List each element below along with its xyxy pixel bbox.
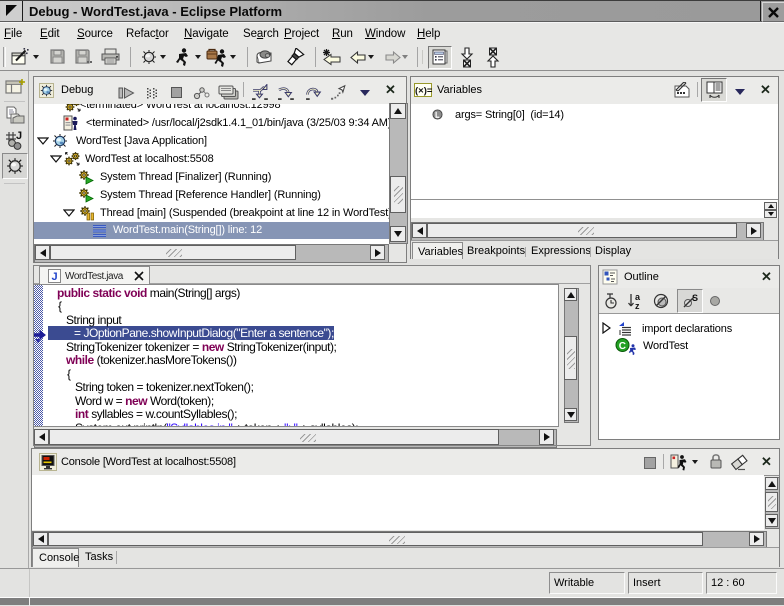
- svg-text:J: J: [52, 271, 58, 283]
- svg-text:z: z: [635, 301, 640, 310]
- svg-text:(×)=: (×)=: [415, 86, 433, 97]
- svg-text:C: C: [619, 341, 626, 352]
- svg-text:S: S: [692, 293, 698, 303]
- svg-text:J: J: [16, 130, 22, 142]
